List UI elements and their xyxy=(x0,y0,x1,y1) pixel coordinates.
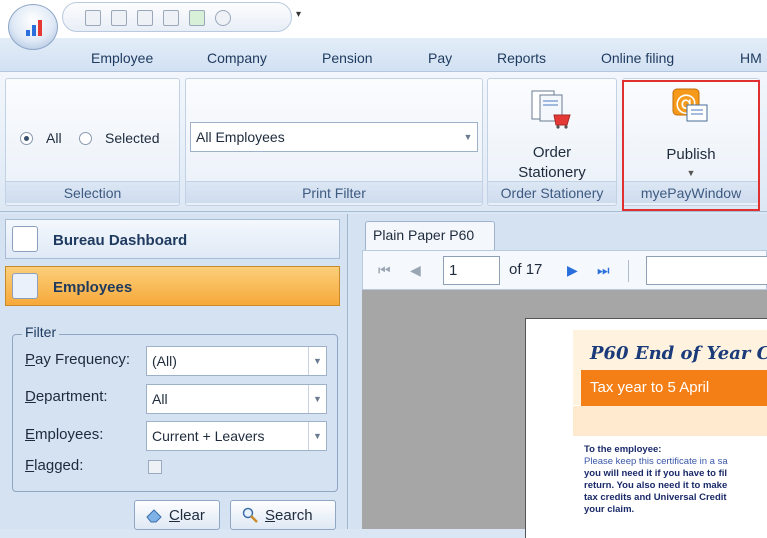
radio-all[interactable] xyxy=(20,132,33,145)
search-icon xyxy=(242,507,258,523)
mye-pay-window-group: @ Publish ▼ myePayWindow xyxy=(622,78,760,206)
order-stationery-button[interactable]: Order Stationery xyxy=(488,79,616,181)
print-icon[interactable] xyxy=(111,10,127,26)
chevron-down-icon: ▼ xyxy=(686,168,696,178)
p60-text-line: you will need it if you have to fil xyxy=(584,468,728,479)
page-count-text: of 17 xyxy=(509,261,543,278)
previous-page-icon[interactable]: ◀ xyxy=(410,262,421,279)
selection-group: All Selected Selection xyxy=(5,78,180,206)
order-stationery-line1: Order xyxy=(532,144,572,161)
filter-legend: Filter xyxy=(22,324,60,340)
quick-access-bar: ▾ xyxy=(0,0,767,38)
print-filter-group: All Employees ▼ Print Filter xyxy=(185,78,483,206)
department-value: All xyxy=(152,391,168,407)
pay-frequency-value: (All) xyxy=(152,353,177,369)
employees-icon xyxy=(12,273,38,299)
selection-group-label: Selection xyxy=(6,181,179,203)
radio-selected-label[interactable]: Selected xyxy=(105,130,159,146)
radio-selected[interactable] xyxy=(79,132,92,145)
report-icon[interactable] xyxy=(137,10,153,26)
clock-icon[interactable] xyxy=(215,10,231,26)
pay-frequency-label: Pay Frequency: xyxy=(25,351,131,368)
quick-access-toolbar xyxy=(62,2,292,32)
tab-reports[interactable]: Reports xyxy=(497,50,546,66)
app-menu-orb[interactable] xyxy=(8,4,58,50)
page-number-input[interactable]: 1 xyxy=(443,256,500,285)
clear-button[interactable]: Clear xyxy=(134,500,220,530)
nav-bureau-dashboard[interactable]: Bureau Dashboard xyxy=(5,219,340,259)
toolbar-separator xyxy=(628,260,629,282)
p60-text-line: return. You also need it to make xyxy=(584,480,728,491)
employees-icon[interactable] xyxy=(163,10,179,26)
chevron-down-icon: ▼ xyxy=(463,132,473,142)
menu-bar: Employee Company Pension Pay Reports Onl… xyxy=(0,38,767,72)
viewer-search-input[interactable] xyxy=(646,256,767,285)
eraser-icon xyxy=(146,509,162,523)
pay-frequency-select[interactable]: (All) ▼ xyxy=(146,346,327,376)
tab-online-filing[interactable]: Online filing xyxy=(601,50,674,66)
order-stationery-group: Order Stationery Order Stationery xyxy=(487,78,617,206)
dashboard-icon xyxy=(12,226,38,252)
p60-title: P60 End of Year Ce xyxy=(590,343,767,364)
publish-label: Publish xyxy=(666,146,716,163)
p60-text-line: To the employee: xyxy=(584,444,662,455)
flagged-checkbox[interactable] xyxy=(148,460,162,474)
order-stationery-line2: Stationery xyxy=(518,164,586,181)
clear-button-label: Clear xyxy=(169,507,205,524)
employees-label: Employees: xyxy=(25,426,104,443)
calculator-icon[interactable] xyxy=(189,10,205,26)
p60-tax-year-text: Tax year to 5 April xyxy=(590,379,710,396)
stationery-cart-icon xyxy=(531,90,571,129)
p60-band-shadow xyxy=(573,406,767,436)
radio-all-label[interactable]: All xyxy=(46,130,62,146)
tab-pension[interactable]: Pension xyxy=(322,50,373,66)
p60-text-line: tax credits and Universal Credit xyxy=(584,492,727,503)
chevron-down-icon: ▼ xyxy=(308,422,326,450)
print-filter-select[interactable]: All Employees ▼ xyxy=(190,122,478,152)
tab-pay[interactable]: Pay xyxy=(428,50,452,66)
search-button-label: Search xyxy=(265,507,313,524)
first-page-icon[interactable]: ⏮ xyxy=(378,262,391,279)
mye-pay-window-group-label: myePayWindow xyxy=(623,181,759,203)
p60-text-line: your claim. xyxy=(584,504,635,515)
flagged-label: Flagged: xyxy=(25,457,84,474)
last-page-icon[interactable]: ⏭ xyxy=(597,262,610,279)
nav-employees[interactable]: Employees xyxy=(5,266,340,306)
nav-employees-label: Employees xyxy=(53,279,133,296)
print-filter-value: All Employees xyxy=(196,129,285,145)
nav-bureau-dashboard-label: Bureau Dashboard xyxy=(53,232,188,249)
app-logo-icon xyxy=(26,18,44,36)
department-label: Department: xyxy=(25,388,108,405)
tab-employee[interactable]: Employee xyxy=(91,50,153,66)
department-select[interactable]: All ▼ xyxy=(146,384,327,414)
p60-tax-year-band: Tax year to 5 April xyxy=(581,370,767,406)
tab-hmrc[interactable]: HM xyxy=(740,50,762,66)
publish-button[interactable]: @ Publish ▼ xyxy=(623,79,759,181)
search-button[interactable]: Search xyxy=(230,500,336,530)
employees-value: Current + Leavers xyxy=(152,428,265,444)
page-setup-icon[interactable] xyxy=(85,10,101,26)
p60-text-line: Please keep this certificate in a sa xyxy=(584,456,728,467)
customize-qat-icon[interactable]: ▾ xyxy=(296,9,301,20)
tab-plain-paper-p60[interactable]: Plain Paper P60 xyxy=(365,221,495,251)
next-page-icon[interactable]: ▶ xyxy=(567,262,578,279)
employees-select[interactable]: Current + Leavers ▼ xyxy=(146,421,327,451)
print-filter-group-label: Print Filter xyxy=(186,181,482,203)
tab-company[interactable]: Company xyxy=(207,50,267,66)
ribbon: All Selected Selection All Employees ▼ P… xyxy=(0,72,767,212)
order-stationery-group-label: Order Stationery xyxy=(488,181,616,203)
chevron-down-icon: ▼ xyxy=(308,385,326,413)
publish-icon: @ xyxy=(672,88,708,122)
chevron-down-icon: ▼ xyxy=(308,347,326,375)
